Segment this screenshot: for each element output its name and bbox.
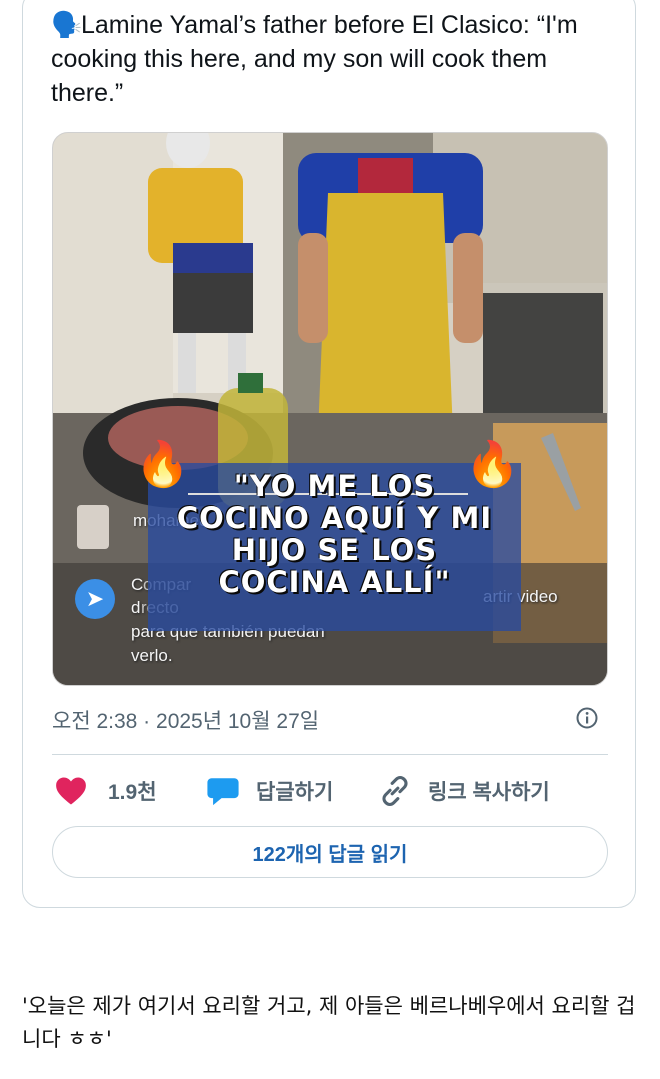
caption-line-3: HIJO SE LOS (231, 533, 438, 567)
share-text-2: d (131, 598, 141, 617)
copy-link-button[interactable]: 링크 복사하기 (378, 773, 550, 809)
like-button[interactable]: 1.9천 (54, 773, 157, 809)
comment-line-2: verlo. (131, 646, 173, 665)
caption-line-4: COCINA ALLÍ" (218, 565, 451, 599)
read-replies-button[interactable]: 122개의 답글 읽기 (52, 826, 608, 878)
heart-icon (56, 777, 86, 805)
tweet-video[interactable]: mohamed ➤ C ompar d recto artir video pa… (52, 132, 608, 686)
tweet-body: Lamine Yamal’s father before El Clasico:… (51, 11, 578, 107)
speaking-head-icon: 🗣️ (51, 11, 83, 39)
comment-avatar (77, 505, 109, 549)
read-replies-label: 122개의 답글 읽기 (252, 843, 408, 866)
caption-line-2: COCINO AQUÍ Y MI (176, 501, 493, 535)
reply-button[interactable]: 답글하기 (206, 773, 333, 809)
info-icon[interactable] (576, 707, 598, 729)
tweet-timestamp[interactable]: 오전 2:38 · 2025년 10월 27일 (52, 705, 319, 735)
divider (52, 754, 608, 755)
like-count: 1.9천 (108, 781, 157, 804)
reply-bubble-icon (207, 778, 239, 806)
share-text-prefix: C (131, 575, 144, 594)
copy-link-label: 링크 복사하기 (428, 781, 550, 804)
share-icon[interactable]: ➤ (75, 579, 115, 619)
fire-icon-left: 🔥 (135, 440, 190, 489)
reply-label: 답글하기 (256, 781, 334, 804)
fire-icon-right: 🔥 (465, 440, 520, 489)
tweet-text: 🗣️Lamine Yamal’s father before El Clasic… (51, 8, 621, 110)
link-icon (382, 776, 408, 806)
translated-quote: '오늘은 제가 여기서 요리할 거고, 제 아들은 베르나베우에서 요리할 겁니… (22, 994, 636, 1051)
